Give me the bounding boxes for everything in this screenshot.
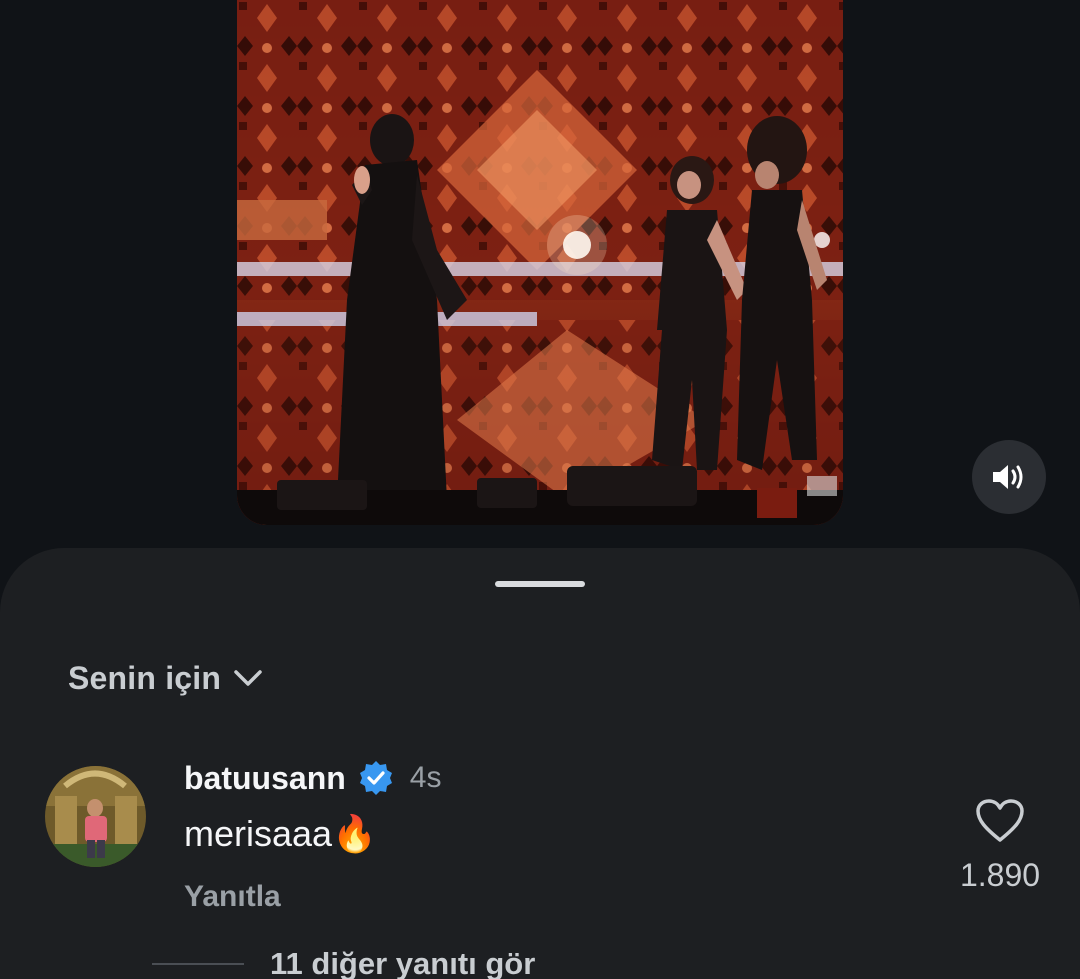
username[interactable]: batuusann [184, 760, 346, 797]
sort-label: Senin için [68, 659, 222, 696]
reply-button[interactable]: Yanıtla [184, 880, 281, 914]
replies-divider [152, 963, 244, 965]
comments-sheet: Senin için batuusann 4s merisaaa 🔥 Yanıt… [0, 548, 1080, 979]
speaker-icon [993, 465, 1023, 489]
video-player[interactable] [237, 0, 843, 525]
avatar-image [45, 766, 146, 867]
reels-screen: Senin için batuusann 4s merisaaa 🔥 Yanıt… [0, 0, 1080, 979]
comment-text: merisaaa 🔥 [184, 813, 377, 855]
comment-sort-dropdown[interactable]: Senin için [68, 656, 263, 700]
fire-emoji: 🔥 [332, 813, 377, 854]
verified-badge-icon [359, 761, 392, 795]
view-more-replies-label: 11 diğer yanıtı gör [270, 946, 536, 979]
comment-item: batuusann 4s merisaaa 🔥 Yanıtla 1.890 [0, 758, 1080, 918]
mute-button[interactable] [972, 440, 1046, 514]
view-more-replies[interactable]: 11 diğer yanıtı gör [152, 946, 535, 979]
like-button[interactable] [975, 798, 1025, 844]
video-frame-image [237, 0, 843, 525]
like-count: 1.890 [959, 857, 1041, 893]
heart-icon [976, 799, 1024, 842]
like-block: 1.890 [950, 798, 1050, 894]
comment-timestamp: 4s [409, 761, 442, 794]
comment-header: batuusann 4s [184, 758, 441, 798]
chevron-down-icon [234, 670, 262, 686]
comment-body: merisaaa [184, 813, 333, 854]
avatar[interactable] [45, 766, 146, 867]
sheet-drag-handle[interactable] [495, 581, 585, 587]
